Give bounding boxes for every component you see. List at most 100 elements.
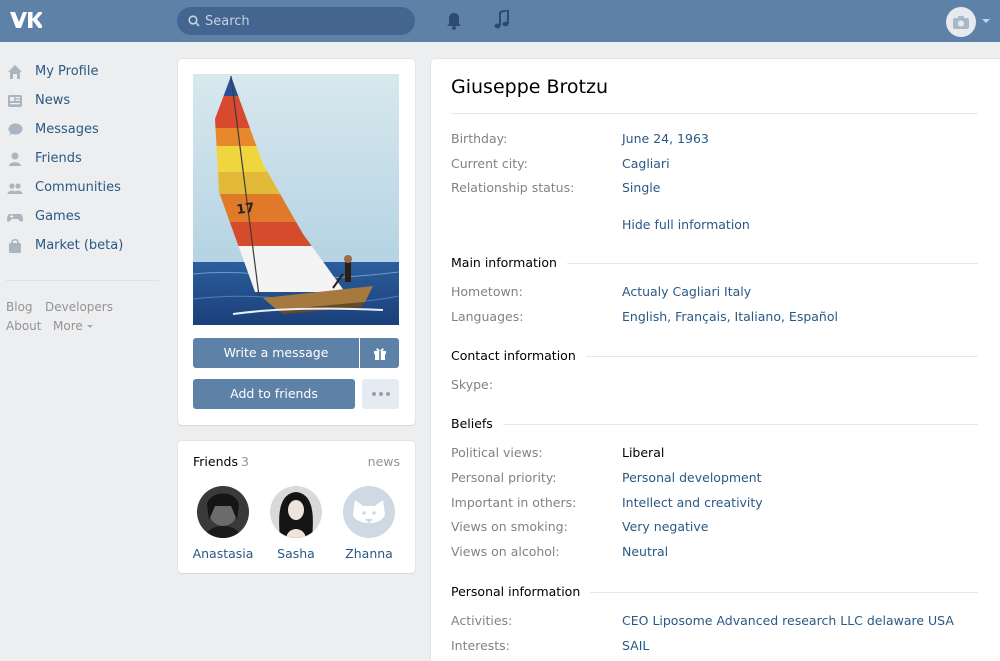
more-actions-button[interactable]	[362, 379, 399, 409]
search-icon	[188, 15, 200, 27]
friends-count: 3	[241, 454, 249, 469]
friend-item[interactable]: Anastasia	[187, 486, 259, 561]
info-value-link[interactable]: Cagliari	[622, 156, 670, 171]
info-row-city: Current city: Cagliari	[451, 156, 991, 176]
dot-icon	[372, 392, 376, 396]
info-label: Personal priority:	[451, 470, 557, 485]
friends-title[interactable]: Friends	[193, 454, 238, 469]
dot-icon	[379, 392, 383, 396]
section-contact-information: Contact information	[451, 348, 978, 368]
info-label: Hometown:	[451, 284, 523, 299]
info-row-political: Political views: Liberal	[451, 445, 991, 465]
info-value-link[interactable]: Very negative	[622, 519, 708, 534]
svg-text:17: 17	[235, 201, 255, 218]
section-personal-information: Personal information	[451, 584, 978, 604]
communities-icon	[7, 183, 23, 194]
sidebar-item-label: News	[35, 93, 71, 108]
info-value-link[interactable]: CEO Liposome Advanced research LLC delaw…	[622, 613, 954, 628]
search-input[interactable]	[205, 7, 405, 35]
sidebar-item-communities[interactable]: Communities	[0, 174, 160, 203]
top-header	[0, 0, 1000, 42]
sidebar-item-label: Games	[35, 209, 81, 224]
info-row-alcohol: Views on alcohol: Neutral	[451, 544, 991, 564]
info-label: Important in others:	[451, 495, 577, 510]
chevron-down-icon[interactable]	[982, 19, 990, 23]
about-link[interactable]: About	[6, 319, 41, 333]
vk-logo-icon[interactable]	[8, 9, 42, 31]
sidebar-item-label: My Profile	[35, 64, 99, 79]
page-title: Giuseppe Brotzu	[451, 76, 609, 98]
sidebar-item-news[interactable]: News	[0, 87, 160, 116]
info-row-relationship: Relationship status: Single	[451, 180, 991, 200]
section-title: Personal information	[451, 584, 591, 599]
info-value-link[interactable]: Neutral	[622, 544, 668, 559]
nav-divider	[6, 280, 159, 281]
info-value-link[interactable]: June 24, 1963	[622, 131, 709, 146]
chevron-down-icon	[86, 325, 93, 328]
sidebar-item-label: Market (beta)	[35, 238, 124, 253]
sidebar-nav: My Profile News Messages Friends Communi…	[0, 58, 160, 261]
profile-info-card: Giuseppe Brotzu Birthday: June 24, 1963 …	[431, 59, 1000, 661]
info-label: Current city:	[451, 156, 528, 171]
blog-link[interactable]: Blog	[6, 300, 33, 314]
profile-photo-card: 17 Write a message Add to friends	[178, 59, 415, 425]
info-label: Political views:	[451, 445, 543, 460]
info-value-link[interactable]: Actualy Cagliari Italy	[622, 284, 751, 299]
send-gift-button[interactable]	[360, 338, 399, 368]
sidebar-item-market[interactable]: Market (beta)	[0, 232, 160, 261]
friend-name: Sasha	[277, 546, 315, 561]
section-title: Beliefs	[451, 416, 503, 431]
info-value-link[interactable]: Single	[622, 180, 660, 195]
search-box[interactable]	[177, 7, 415, 35]
bell-icon[interactable]	[445, 11, 463, 31]
add-to-friends-button[interactable]: Add to friends	[193, 379, 355, 409]
info-label: Views on alcohol:	[451, 544, 560, 559]
avatar	[197, 486, 249, 538]
profile-photo[interactable]: 17	[193, 74, 399, 325]
info-value-link[interactable]: Intellect and creativity	[622, 495, 763, 510]
info-value: Liberal	[622, 445, 665, 460]
more-link[interactable]: More	[53, 319, 93, 333]
sailboat-photo: 17	[193, 74, 399, 325]
info-value-link[interactable]: Personal development	[622, 470, 762, 485]
info-row-smoking: Views on smoking: Very negative	[451, 519, 991, 539]
info-row-languages: Languages: English, Français, Italiano, …	[451, 309, 991, 329]
sidebar-item-games[interactable]: Games	[0, 203, 160, 232]
news-icon	[8, 95, 22, 107]
gift-icon	[373, 348, 386, 360]
info-row-hometown: Hometown: Actualy Cagliari Italy	[451, 284, 991, 304]
info-label: Activities:	[451, 613, 513, 628]
friend-name: Zhanna	[345, 546, 393, 561]
divider	[451, 113, 978, 114]
dot-icon	[386, 392, 390, 396]
messages-icon	[8, 123, 23, 136]
sidebar-item-friends[interactable]: Friends	[0, 145, 160, 174]
divider	[451, 424, 978, 425]
sidebar-item-my-profile[interactable]: My Profile	[0, 58, 160, 87]
user-menu-avatar[interactable]	[946, 7, 976, 37]
info-label: Interests:	[451, 638, 510, 653]
friends-card: Friends 3 news Anastasia Sasha Zhanna	[178, 441, 415, 573]
info-value-link[interactable]: English, Français, Italiano, Español	[622, 309, 838, 324]
hide-full-info-link[interactable]: Hide full information	[622, 217, 750, 232]
write-message-button[interactable]: Write a message	[193, 338, 359, 368]
info-label: Languages:	[451, 309, 524, 324]
friend-icon	[9, 152, 21, 166]
gamepad-icon	[7, 214, 23, 222]
section-main-information: Main information	[451, 255, 978, 275]
info-row-activities: Activities: CEO Liposome Advanced resear…	[451, 613, 991, 633]
sidebar-item-label: Messages	[35, 122, 99, 137]
bag-icon	[9, 238, 21, 253]
developers-link[interactable]: Developers	[45, 300, 113, 314]
music-icon[interactable]	[493, 10, 511, 30]
friends-news-link[interactable]: news	[368, 454, 400, 469]
info-row-skype: Skype:	[451, 377, 991, 397]
sidebar-item-messages[interactable]: Messages	[0, 116, 160, 145]
home-icon	[8, 65, 22, 79]
friend-item[interactable]: Zhanna	[333, 486, 405, 561]
friend-item[interactable]: Sasha	[260, 486, 332, 561]
info-label: Views on smoking:	[451, 519, 568, 534]
info-value-link[interactable]: SAIL	[622, 638, 649, 653]
section-beliefs: Beliefs	[451, 416, 978, 436]
section-title: Contact information	[451, 348, 586, 363]
